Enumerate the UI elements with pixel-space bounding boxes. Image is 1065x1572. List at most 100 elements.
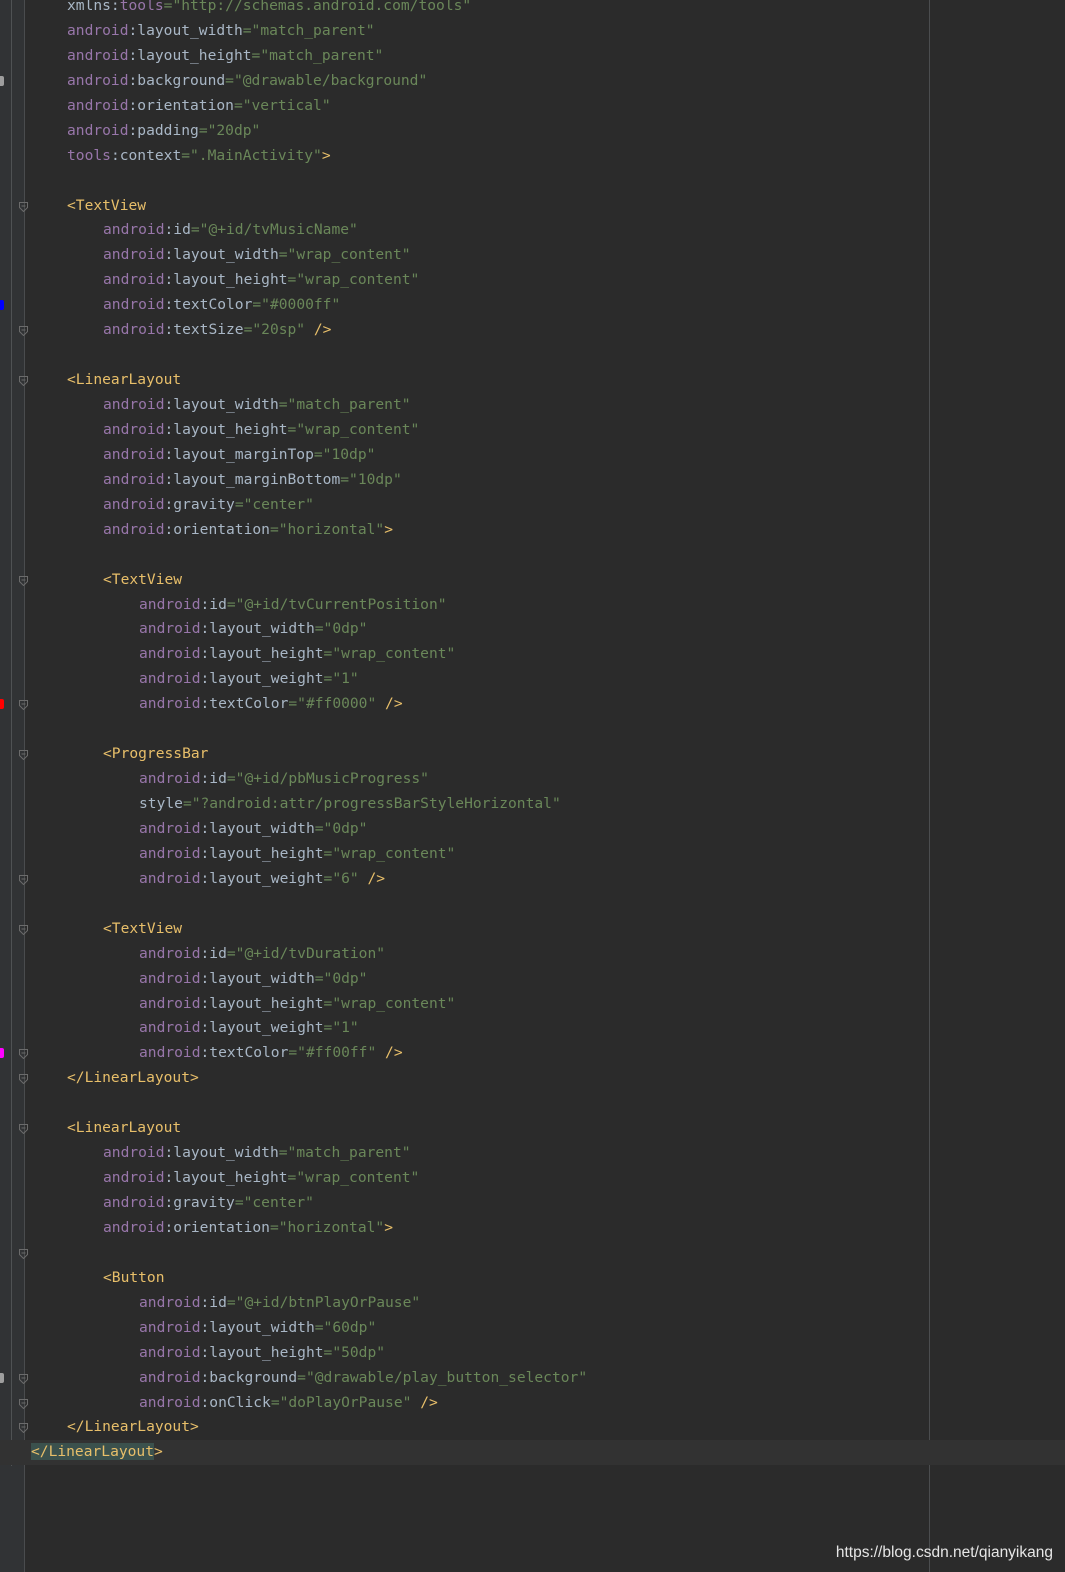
fold-toggle-icon[interactable]	[19, 924, 28, 935]
code-line[interactable]: android:layout_width="0dp"	[0, 817, 1065, 842]
code-line[interactable]: android:id="@+id/tvMusicName"	[0, 218, 1065, 243]
code-token: :layout_width	[200, 620, 315, 638]
fold-toggle-icon[interactable]	[19, 1049, 28, 1060]
code-line[interactable]: android:layout_width="60dp"	[0, 1316, 1065, 1341]
code-line[interactable]: android:id="@+id/tvDuration"	[0, 942, 1065, 967]
code-line[interactable]: android:layout_weight="1"	[0, 667, 1065, 692]
code-line[interactable]: android:textSize="20sp" />	[0, 318, 1065, 343]
code-text: android:padding="20dp"	[31, 119, 260, 144]
code-token: android	[139, 844, 201, 862]
code-line[interactable]: android:onClick="doPlayOrPause" />	[0, 1391, 1065, 1416]
fold-toggle-icon[interactable]	[19, 376, 28, 387]
fold-toggle-icon[interactable]	[19, 1398, 28, 1409]
code-line[interactable]: android:padding="20dp"	[0, 119, 1065, 144]
code-token: >	[384, 1218, 393, 1236]
code-line[interactable]: android:layout_height="match_parent"	[0, 44, 1065, 69]
code-line[interactable]: tools:context=".MainActivity">	[0, 144, 1065, 169]
code-token: :layout_height	[200, 994, 324, 1012]
code-line[interactable]: <TextView	[0, 568, 1065, 593]
code-token: tools	[67, 146, 111, 164]
code-line[interactable]: android:layout_weight="1"	[0, 1016, 1065, 1041]
code-token: xmlns:	[67, 0, 120, 14]
fold-toggle-icon[interactable]	[19, 201, 28, 212]
code-line[interactable]	[0, 169, 1065, 194]
code-line[interactable]: android:gravity="center"	[0, 493, 1065, 518]
code-editor[interactable]: xmlns:tools="http://schemas.android.com/…	[0, 0, 1065, 1466]
code-line[interactable]: android:layout_marginBottom="10dp"	[0, 468, 1065, 493]
code-text: android:layout_height="wrap_content"	[31, 642, 455, 667]
code-line[interactable]: android:layout_weight="6" />	[0, 867, 1065, 892]
code-line[interactable]: android:layout_width="wrap_content"	[0, 243, 1065, 268]
code-text: android:textColor="#ff00ff" />	[31, 1041, 403, 1066]
code-token: android	[67, 71, 129, 89]
code-line[interactable]: android:orientation="vertical"	[0, 94, 1065, 119]
code-line[interactable]: android:textColor="#ff00ff" />	[0, 1041, 1065, 1066]
fold-toggle-icon[interactable]	[19, 1373, 28, 1384]
fold-toggle-icon[interactable]	[19, 1248, 28, 1259]
fold-toggle-icon[interactable]	[19, 326, 28, 337]
code-line[interactable]: style="?android:attr/progressBarStyleHor…	[0, 792, 1065, 817]
code-line[interactable]: <LinearLayout	[0, 368, 1065, 393]
code-line[interactable]: </LinearLayout>	[0, 1066, 1065, 1091]
fold-toggle-icon[interactable]	[19, 1074, 28, 1085]
code-line[interactable]: <Button	[0, 1266, 1065, 1291]
code-token: ="60dp"	[314, 1318, 377, 1336]
code-token: ="#ff0000"	[288, 695, 377, 713]
code-line[interactable]: android:layout_width="match_parent"	[0, 393, 1065, 418]
code-line[interactable]: android:layout_height="wrap_content"	[0, 268, 1065, 293]
code-line[interactable]: android:layout_width="0dp"	[0, 967, 1065, 992]
code-line[interactable]: android:orientation="horizontal">	[0, 518, 1065, 543]
code-line[interactable]: android:orientation="horizontal">	[0, 1216, 1065, 1241]
fold-toggle-icon[interactable]	[19, 874, 28, 885]
code-line[interactable]	[0, 1241, 1065, 1266]
code-line[interactable]: android:layout_height="wrap_content"	[0, 1166, 1065, 1191]
code-line[interactable]: android:layout_height="wrap_content"	[0, 418, 1065, 443]
code-token: <TextView	[103, 919, 183, 937]
code-line[interactable]: <TextView	[0, 917, 1065, 942]
code-line[interactable]: android:layout_width="match_parent"	[0, 19, 1065, 44]
code-line[interactable]: android:background="@drawable/background…	[0, 69, 1065, 94]
code-line[interactable]: android:id="@+id/tvCurrentPosition"	[0, 593, 1065, 618]
code-line[interactable]: android:textColor="#ff0000" />	[0, 692, 1065, 717]
code-token: :id	[200, 944, 227, 962]
code-line[interactable]: <TextView	[0, 194, 1065, 219]
code-line[interactable]: android:layout_height="wrap_content"	[0, 842, 1065, 867]
fold-toggle-icon[interactable]	[19, 700, 28, 711]
code-token: ="20sp"	[243, 321, 306, 339]
code-line[interactable]	[0, 1091, 1065, 1116]
code-token: ="wrap_content"	[323, 844, 456, 862]
code-line[interactable]: android:layout_height="wrap_content"	[0, 642, 1065, 667]
fold-toggle-icon[interactable]	[19, 1423, 28, 1434]
code-line[interactable]: android:gravity="center"	[0, 1191, 1065, 1216]
code-text: android:layout_width="0dp"	[31, 967, 367, 992]
code-line[interactable]: android:layout_height="wrap_content"	[0, 992, 1065, 1017]
code-line[interactable]: android:textColor="#0000ff"	[0, 293, 1065, 318]
code-token: :textColor	[200, 1044, 289, 1062]
code-line[interactable]: android:background="@drawable/play_butto…	[0, 1366, 1065, 1391]
code-line[interactable]	[0, 717, 1065, 742]
code-line[interactable]: xmlns:tools="http://schemas.android.com/…	[0, 0, 1065, 19]
fold-toggle-icon[interactable]	[19, 750, 28, 761]
fold-toggle-icon[interactable]	[19, 575, 28, 586]
code-line[interactable]: </LinearLayout>	[0, 1440, 1065, 1466]
code-token: </LinearLayout>	[67, 1418, 199, 1436]
fold-toggle-icon[interactable]	[19, 1124, 28, 1135]
color-swatch-icon	[0, 699, 4, 710]
code-token: :gravity	[164, 495, 235, 513]
code-line[interactable]: android:layout_marginTop="10dp"	[0, 443, 1065, 468]
code-line[interactable]	[0, 892, 1065, 917]
code-token: android	[103, 1194, 165, 1211]
code-text: <ProgressBar	[31, 742, 208, 767]
code-line[interactable]: android:id="@+id/btnPlayOrPause"	[0, 1291, 1065, 1316]
code-token: :layout_width	[164, 396, 279, 413]
code-line[interactable]: <ProgressBar	[0, 742, 1065, 767]
code-token: :layout_height	[200, 645, 324, 663]
code-line[interactable]: </LinearLayout>	[0, 1415, 1065, 1440]
code-line[interactable]: <LinearLayout	[0, 1116, 1065, 1141]
code-line[interactable]: android:layout_height="50dp"	[0, 1341, 1065, 1366]
code-line[interactable]: android:layout_width="0dp"	[0, 617, 1065, 642]
code-line[interactable]	[0, 543, 1065, 568]
code-line[interactable]	[0, 343, 1065, 368]
code-line[interactable]: android:id="@+id/pbMusicProgress"	[0, 767, 1065, 792]
code-line[interactable]: android:layout_width="match_parent"	[0, 1141, 1065, 1166]
